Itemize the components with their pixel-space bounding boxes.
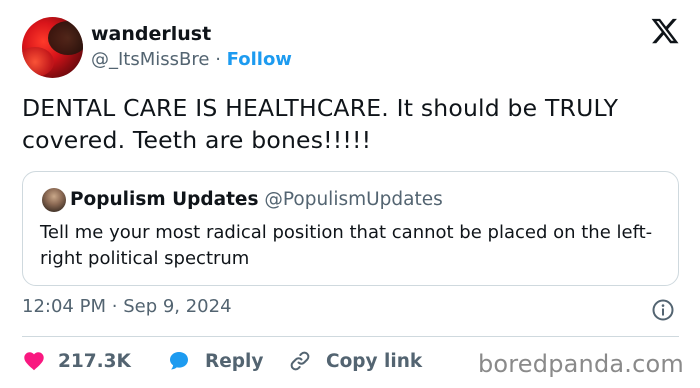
follow-button[interactable]: Follow (227, 49, 292, 70)
quoted-tweet-text: Tell me your most radical position that … (40, 222, 653, 269)
reply-label: Reply (205, 350, 264, 372)
reply-button[interactable]: Reply (167, 345, 263, 377)
tweet-date: Sep 9, 2024 (123, 296, 232, 317)
like-button[interactable]: 217.3K (22, 345, 131, 377)
speech-bubble-icon (170, 352, 188, 370)
timestamp-separator: · (111, 296, 118, 317)
quoted-tweet-card[interactable]: Populism Updates @PopulismUpdates Tell m… (22, 171, 679, 286)
author-handle-row: @_ItsMissBre · Follow (91, 49, 292, 70)
info-icon[interactable] (651, 298, 675, 322)
handle-separator: · (215, 49, 221, 70)
quoted-author-name: Populism Updates (70, 189, 259, 210)
tweet-text: DENTAL CARE IS HEALTHCARE. It should be … (22, 94, 619, 154)
copy-link-button[interactable]: Copy link (288, 345, 422, 377)
tweet-timestamp[interactable]: 12:04 PM · Sep 9, 2024 (22, 296, 232, 317)
quoted-author-handle: @PopulismUpdates (264, 189, 443, 210)
heart-icon (24, 352, 44, 371)
like-count: 217.3K (58, 350, 131, 372)
author-avatar[interactable] (22, 17, 83, 78)
author-display-name[interactable]: wanderlust (91, 23, 211, 45)
action-bar: 217.3K Reply Copy link (22, 345, 502, 377)
actions-divider (22, 336, 679, 337)
source-watermark: boredpanda.com (477, 350, 684, 378)
author-handle[interactable]: @_ItsMissBre (91, 49, 209, 70)
copy-link-label: Copy link (326, 350, 423, 372)
x-logo-icon[interactable] (650, 16, 680, 46)
quoted-author-row: Populism Updates @PopulismUpdates (70, 189, 443, 210)
quoted-author-avatar (42, 188, 66, 212)
link-icon (290, 351, 310, 371)
tweet-time: 12:04 PM (22, 296, 106, 317)
